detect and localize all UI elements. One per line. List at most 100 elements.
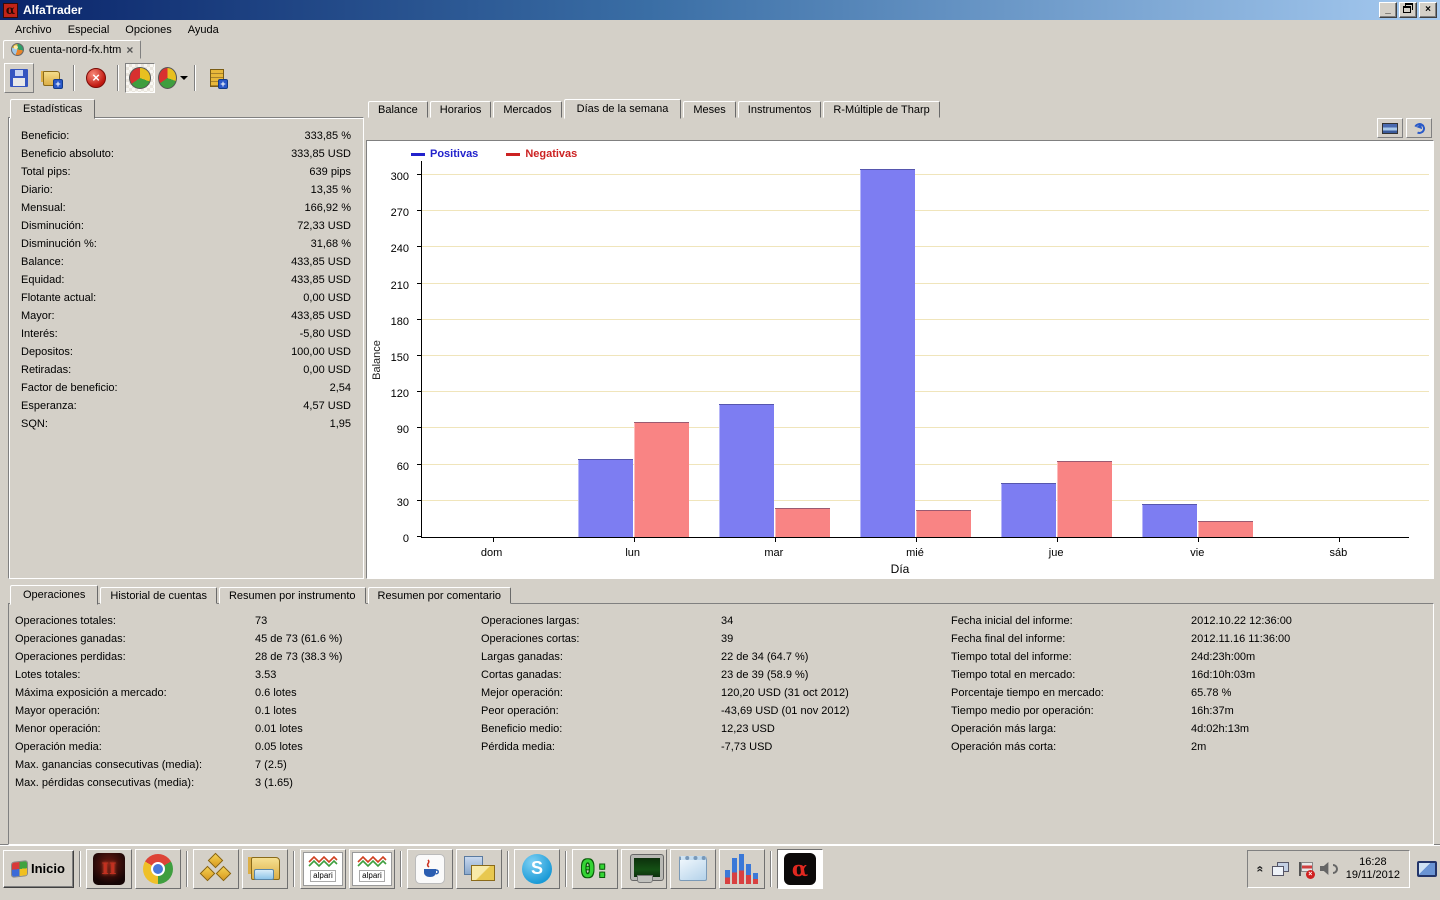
stat-row: Interés: -5,80 USD [9,325,363,343]
stat-value: 4d:02h:13m [1191,723,1249,735]
chart-tab[interactable]: Balance [368,101,428,118]
stat-label: Mejor operación: [481,687,721,699]
stat-row: Beneficio absoluto: 333,85 USD [9,145,363,163]
tab-close-icon[interactable]: × [126,43,133,57]
taskbar-item-explorer[interactable] [242,849,288,889]
chart-tab[interactable]: Meses [683,101,735,118]
gridline [422,246,1429,247]
stat-row: Mayor: 433,85 USD [9,307,363,325]
menu-item[interactable]: Opciones [118,22,178,38]
stat-value: 639 pips [309,166,351,178]
stat-value: 24d:23h:00m [1191,651,1255,663]
menu-item[interactable]: Especial [61,22,117,38]
y-tick-label: 300 [391,171,409,183]
menu-item[interactable]: Archivo [8,22,59,38]
taskbar-separator [400,851,402,887]
pie-chart-view-button[interactable] [125,63,155,93]
stat-row: Tiempo total en mercado: 16d:10h:03m [951,666,1431,684]
menu-item[interactable]: Ayuda [181,22,226,38]
stat-label: Operación media: [15,741,255,753]
pie-chart-menu-button[interactable] [158,63,188,93]
tray-expand-icon[interactable]: « [1253,865,1267,872]
stat-row: Largas ganadas: 22 de 34 (64.7 %) [481,648,941,666]
x-tick-mark [1057,538,1058,542]
save-report-button[interactable] [4,63,34,93]
close-report-button[interactable]: × [81,63,111,93]
building-plus-icon: + [207,69,227,87]
chart-tab[interactable]: Instrumentos [738,101,822,118]
taskbar-item-monitor[interactable] [621,849,667,889]
taskbar-item-alfatrader[interactable]: α [777,849,823,889]
equalizer-icon [725,854,758,884]
y-tick-mark [417,283,421,284]
stat-row: Mensual: 166,92 % [9,199,363,217]
stat-row: Operaciones largas: 34 [481,612,941,630]
taskbar-item-alpari-1[interactable]: alpari [300,849,346,889]
gridline [422,500,1429,501]
document-tab-bar: cuenta-nord-fx.htm × [0,39,1440,59]
taskbar-item-notepad[interactable] [670,849,716,889]
refresh-button[interactable] [1406,118,1432,138]
restore-icon [1403,6,1411,13]
restore-button[interactable] [1399,2,1417,18]
stat-label: Tiempo total del informe: [951,651,1191,663]
legend-item: Negativas [506,148,577,160]
bottom-tab[interactable]: Historial de cuentas [100,587,217,604]
bar-negativas-mar [775,508,830,537]
stat-label: Operaciones ganadas: [15,633,255,645]
security-alert-icon[interactable]: × [1297,861,1312,877]
alfatrader-icon: α [784,853,816,885]
taskbar-item-mail[interactable] [456,849,502,889]
x-tick-label: jue [1049,547,1064,559]
taskbar-item-chrome[interactable] [135,849,181,889]
x-tick-label: dom [481,547,502,559]
chart-tab[interactable]: R-Múltiple de Tharp [823,101,939,118]
document-tab[interactable]: cuenta-nord-fx.htm × [3,40,141,59]
report-icon [11,43,24,56]
snapshot-button[interactable] [1377,118,1403,138]
bottom-tab[interactable]: Resumen por instrumento [219,587,366,604]
stat-label: Beneficio absoluto: [21,148,114,160]
minimize-button[interactable]: _ [1379,2,1397,18]
gridline [422,355,1429,356]
show-desktop-button[interactable] [1417,861,1437,877]
x-tick-mark [493,538,494,542]
add-account-button[interactable]: + [37,63,67,93]
taskbar-item-java[interactable] [407,849,453,889]
taskbar-item-alpari-2[interactable]: alpari [349,849,395,889]
folder-plus-icon: + [42,69,62,87]
snapshot-icon [1382,123,1398,134]
taskbar-item-skype[interactable]: S [514,849,560,889]
bottom-tab[interactable]: Resumen por comentario [368,587,512,604]
tab-estadisticas[interactable]: Estadísticas [10,99,95,119]
titlebar: α AlfaTrader _ × [0,0,1440,20]
taskbar-item-lineage[interactable]: II [86,849,132,889]
stat-label: Disminución %: [21,238,97,250]
stat-row: Tiempo total del informe: 24d:23h:00m [951,648,1431,666]
x-tick-label: mar [764,547,783,559]
toolbar: + × + [0,59,1440,97]
taskbar-item-equalizer[interactable] [719,849,765,889]
x-tick-mark [1198,538,1199,542]
taskbar-item-tools[interactable] [193,849,239,889]
stat-value: 65.78 % [1191,687,1231,699]
volume-icon[interactable] [1320,862,1338,876]
stat-value: 13,35 % [311,184,351,196]
x-tick-mark [1339,538,1340,542]
chart-tab[interactable]: Horarios [430,101,492,118]
stat-label: Depositos: [21,346,73,358]
operations-summary: Operaciones totales: 73 Operaciones gana… [8,603,1434,845]
y-tick-mark [417,536,421,537]
stat-label: Operación más corta: [951,741,1191,753]
taskbar-item-counter[interactable]: 0: [572,849,618,889]
chart-tab[interactable]: Mercados [493,101,561,118]
start-button[interactable]: Inicio [3,850,74,888]
chart-tab[interactable]: Días de la semana [564,99,682,119]
bottom-tab[interactable]: Operaciones [10,585,98,605]
stat-value: 433,85 USD [291,274,351,286]
network-icon[interactable] [1272,862,1289,876]
operations-column-1: Operaciones totales: 73 Operaciones gana… [15,612,470,792]
taskbar-separator [79,851,81,887]
close-button[interactable]: × [1419,2,1437,18]
add-instrument-button[interactable]: + [202,63,232,93]
